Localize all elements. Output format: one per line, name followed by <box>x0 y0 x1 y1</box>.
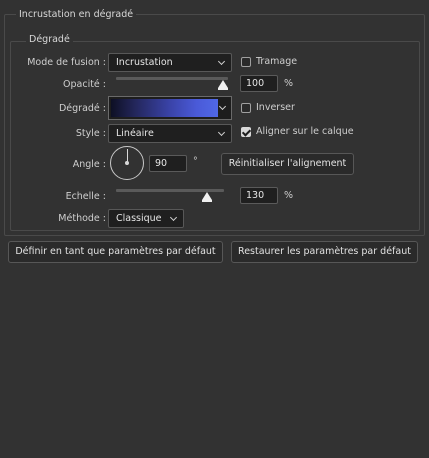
opacity-unit: % <box>284 78 294 89</box>
dither-checkbox[interactable] <box>241 57 251 67</box>
panel-title: Incrustation en dégradé <box>16 9 137 20</box>
blend-mode-label: Mode de fusion : <box>27 57 106 68</box>
reset-alignment-button[interactable]: Réinitialiser l'alignement <box>221 153 354 175</box>
gradient-swatch[interactable] <box>111 99 218 117</box>
opacity-input[interactable]: 100 <box>240 75 278 92</box>
scale-input[interactable]: 130 <box>240 187 278 204</box>
scale-value: 130 <box>246 190 265 201</box>
blend-mode-value: Incrustation <box>116 57 173 68</box>
style-value: Linéaire <box>116 128 154 139</box>
dither-label: Tramage <box>256 56 298 67</box>
reset-default-button[interactable]: Restaurer les paramètres par défaut <box>231 241 418 263</box>
style-label: Style : <box>75 128 106 139</box>
angle-label: Angle : <box>72 159 106 170</box>
gradient-label: Dégradé : <box>58 103 106 114</box>
scale-label: Echelle : <box>65 191 106 202</box>
opacity-slider-handle[interactable] <box>218 80 228 90</box>
chevron-down-icon[interactable] <box>218 100 228 116</box>
gradient-picker[interactable] <box>108 96 232 120</box>
align-with-layer-label: Aligner sur le calque <box>256 126 354 137</box>
chevron-down-icon <box>217 125 227 142</box>
scale-slider-handle[interactable] <box>202 192 212 202</box>
method-dropdown[interactable]: Classique <box>108 209 184 228</box>
method-value: Classique <box>116 213 162 224</box>
reverse-checkbox[interactable] <box>241 103 251 113</box>
opacity-value: 100 <box>246 78 265 89</box>
reverse-label: Inverser <box>256 102 295 113</box>
section-title: Dégradé <box>26 34 73 45</box>
make-default-button[interactable]: Définir en tant que paramètres par défau… <box>8 241 223 263</box>
angle-unit: ° <box>193 156 198 167</box>
scale-unit: % <box>284 190 294 201</box>
opacity-slider-track[interactable] <box>116 77 228 80</box>
chevron-down-icon <box>169 210 179 227</box>
angle-dial-center <box>125 161 129 165</box>
angle-value: 90 <box>155 158 168 169</box>
blend-mode-dropdown[interactable]: Incrustation <box>108 53 232 72</box>
opacity-label: Opacité : <box>63 79 106 90</box>
chevron-down-icon <box>217 54 227 71</box>
align-with-layer-checkbox[interactable] <box>241 127 251 137</box>
style-dropdown[interactable]: Linéaire <box>108 124 232 143</box>
method-label: Méthode : <box>58 213 106 224</box>
angle-input[interactable]: 90 <box>149 155 187 172</box>
angle-dial-icon[interactable] <box>110 146 144 180</box>
